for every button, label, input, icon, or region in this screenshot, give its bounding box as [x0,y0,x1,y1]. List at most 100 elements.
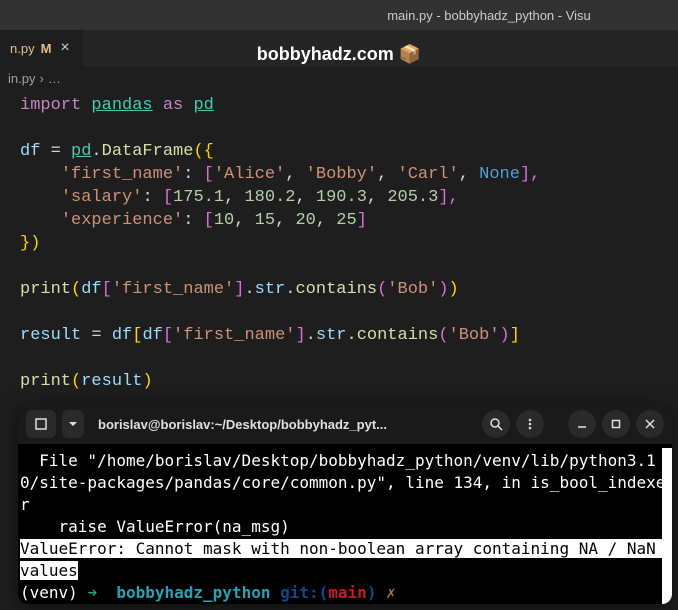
tab-dropdown-button[interactable] [62,410,84,438]
operator: = [51,142,61,161]
prompt-venv: (venv) [20,583,78,602]
terminal-window: borislav@borislav:~/Desktop/bobbyhadz_py… [18,404,672,604]
paren: ( [438,326,448,345]
bracket: ] [295,326,305,345]
keyword: import [20,96,81,115]
string: 'salary' [61,188,143,207]
attr: str [255,280,286,299]
window-title: main.py - bobbyhadz_python - Visu [387,8,591,23]
comma: , [367,188,377,207]
variable: result [20,326,81,345]
function: DataFrame [102,142,194,161]
variable: df [112,326,132,345]
paren: ( [377,280,387,299]
new-tab-button[interactable] [26,410,56,438]
bracket: ] [234,280,244,299]
code-editor[interactable]: import pandas as pd df = pd.DataFrame({ … [0,90,678,397]
string: 'Carl' [398,165,459,184]
terminal-body[interactable]: File "/home/borislav/Desktop/bobbyhadz_p… [18,444,672,604]
paren: ) [438,280,448,299]
number: 205.3 [387,188,438,207]
colon: : [183,211,193,230]
attr: str [316,326,347,345]
function: print [20,280,71,299]
number: 15 [255,211,275,230]
terminal-scrollbar[interactable] [662,448,672,604]
close-icon [644,418,656,430]
dot: . [306,326,316,345]
chevron-right-icon: › [39,71,43,86]
dot: . [346,326,356,345]
dot: . [244,280,254,299]
constant: None [479,165,520,184]
close-button[interactable] [636,410,664,438]
breadcrumb-ellipsis: … [48,71,61,86]
terminal-traceback: File "/home/borislav/Desktop/bobbyhadz_p… [20,451,665,536]
colon: : [183,165,193,184]
bracket: ], [438,188,458,207]
paren: ( [71,280,81,299]
terminal-error: ValueError: Cannot mask with non-boolean… [20,539,665,580]
module: pandas [91,96,152,115]
function: print [20,372,71,391]
bracket: [ [132,326,142,345]
number: 190.3 [316,188,367,207]
plus-tab-icon [34,417,48,431]
comma: , [285,165,295,184]
breadcrumb[interactable]: in.py › … [0,66,678,90]
paren: }) [20,234,40,253]
paren: ({ [193,142,213,161]
bracket: [ [204,211,214,230]
prompt-git: git:( [280,583,328,602]
number: 20 [295,211,315,230]
number: 180.2 [244,188,295,207]
terminal-title: borislav@borislav:~/Desktop/bobbyhadz_py… [90,417,476,432]
bracket: [ [163,326,173,345]
comma: , [295,188,305,207]
bracket: ] [357,211,367,230]
method: contains [357,326,439,345]
number: 25 [336,211,356,230]
dot: . [91,142,101,161]
tab-modified-indicator: M [41,41,52,56]
string: 'Bob' [449,326,500,345]
bracket: [ [102,280,112,299]
menu-button[interactable] [516,410,544,438]
comma: , [224,188,234,207]
paren: ) [142,372,152,391]
bracket: ] [510,326,520,345]
tab-main-py[interactable]: n.py M × [0,30,83,66]
maximize-button[interactable] [602,410,630,438]
kebab-icon [523,417,537,431]
minimize-icon [576,418,588,430]
close-icon[interactable]: × [57,39,72,57]
method: contains [295,280,377,299]
variable: result [81,372,142,391]
terminal-header: borislav@borislav:~/Desktop/bobbyhadz_py… [18,404,672,444]
string: 'first_name' [112,280,234,299]
paren: ( [71,372,81,391]
alias: pd [193,96,213,115]
prompt-dir: bobbyhadz_python [116,583,270,602]
variable: df [81,280,101,299]
string: 'Bob' [387,280,438,299]
string: 'experience' [61,211,183,230]
comma: , [234,211,244,230]
comma: , [377,165,387,184]
string: 'Alice' [214,165,285,184]
string: 'Bobby' [306,165,377,184]
comma: , [275,211,285,230]
prompt-branch: main [328,583,367,602]
editor-tab-bar: n.py M × [0,30,678,66]
prompt-dirty: ✗ [386,583,396,602]
prompt-git-close: ) [367,583,377,602]
bracket: [ [204,165,214,184]
minimize-button[interactable] [568,410,596,438]
variable: df [142,326,162,345]
search-button[interactable] [482,410,510,438]
prompt-arrow: ➜ [87,583,97,602]
bracket: ], [520,165,540,184]
colon: : [142,188,152,207]
variable: df [20,142,40,161]
dot: . [285,280,295,299]
